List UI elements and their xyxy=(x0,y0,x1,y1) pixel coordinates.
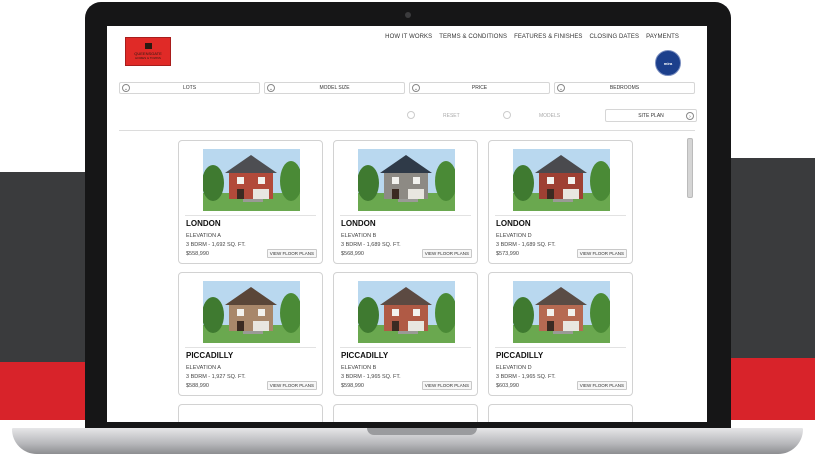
filter-bedrooms[interactable]: ⌄ BEDROOMS xyxy=(554,82,695,94)
house-illustration xyxy=(513,149,610,211)
scrollbar[interactable] xyxy=(687,138,693,198)
house-photo xyxy=(203,149,300,211)
filter-price[interactable]: ⌄ PRICE xyxy=(409,82,550,94)
view-floor-plans-button[interactable]: VIEW FLOOR PLANS xyxy=(576,249,627,258)
model-size: 3 BDRM - 1,689 SQ. FT. xyxy=(341,242,401,248)
site-plan-button[interactable]: SITE PLAN › xyxy=(605,109,697,122)
model-price: $573,990 xyxy=(496,251,519,257)
model-card-partial xyxy=(488,404,633,422)
model-name: PICCADILLY xyxy=(186,351,234,360)
house-illustration xyxy=(203,149,300,211)
badge-text: mira xyxy=(663,60,673,66)
laptop-notch xyxy=(367,428,477,435)
model-elevation: ELEVATION D xyxy=(496,365,532,371)
card-divider xyxy=(340,347,471,348)
model-size: 3 BDRM - 1,927 SQ. FT. xyxy=(186,374,246,380)
model-card[interactable]: PICCADILLY ELEVATION A 3 BDRM - 1,927 SQ… xyxy=(178,272,323,396)
house-photo xyxy=(513,149,610,211)
model-size: 3 BDRM - 1,692 SQ. FT. xyxy=(186,242,246,248)
card-divider xyxy=(340,215,471,216)
model-price: $588,990 xyxy=(186,383,209,389)
logo-line2: HOMES & TOWNS xyxy=(135,56,161,60)
laptop-lid: QUEENSGATE HOMES & TOWNS HOW IT WORKS TE… xyxy=(85,2,731,434)
models-button[interactable]: MODELS xyxy=(539,113,560,119)
top-nav: HOW IT WORKS TERMS & CONDITIONS FEATURES… xyxy=(385,34,679,40)
card-divider xyxy=(495,215,626,216)
view-floor-plans-button[interactable]: VIEW FLOOR PLANS xyxy=(421,249,472,258)
nav-terms-conditions[interactable]: TERMS & CONDITIONS xyxy=(439,34,507,40)
chevron-down-icon: ⌄ xyxy=(122,84,130,92)
view-floor-plans-button[interactable]: VIEW FLOOR PLANS xyxy=(576,381,627,390)
chevron-down-icon: ⌄ xyxy=(412,84,420,92)
brand-logo[interactable]: QUEENSGATE HOMES & TOWNS xyxy=(125,37,171,66)
filter-label: PRICE xyxy=(471,85,488,91)
reset-radio[interactable] xyxy=(407,111,415,119)
model-name: LONDON xyxy=(496,219,531,228)
nav-features-finishes[interactable]: FEATURES & FINISHES xyxy=(514,34,582,40)
camera-icon xyxy=(405,12,411,18)
model-size: 3 BDRM - 1,965 SQ. FT. xyxy=(496,374,556,380)
model-elevation: ELEVATION B xyxy=(341,365,377,371)
house-illustration xyxy=(513,281,610,343)
model-card[interactable]: LONDON ELEVATION D 3 BDRM - 1,689 SQ. FT… xyxy=(488,140,633,264)
site-plan-label: SITE PLAN xyxy=(638,112,664,119)
model-elevation: ELEVATION D xyxy=(496,233,532,239)
view-floor-plans-button[interactable]: VIEW FLOOR PLANS xyxy=(421,381,472,390)
laptop-screen: QUEENSGATE HOMES & TOWNS HOW IT WORKS TE… xyxy=(107,26,707,422)
house-photo xyxy=(358,149,455,211)
laptop-base xyxy=(12,428,803,454)
partner-badge: mira xyxy=(655,50,681,76)
nav-payments[interactable]: PAYMENTS xyxy=(646,34,679,40)
filter-label: LOTS xyxy=(182,85,197,91)
model-price: $568,990 xyxy=(341,251,364,257)
model-price: $558,990 xyxy=(186,251,209,257)
view-floor-plans-button[interactable]: VIEW FLOOR PLANS xyxy=(266,249,317,258)
card-divider xyxy=(185,347,316,348)
filter-bar: ⌄ LOTS ⌄ MODEL SIZE ⌄ PRICE ⌄ BEDROOMS xyxy=(119,82,695,94)
filter-lots[interactable]: ⌄ LOTS xyxy=(119,82,260,94)
chevron-down-icon: ⌄ xyxy=(267,84,275,92)
model-name: LONDON xyxy=(341,219,376,228)
house-illustration xyxy=(358,281,455,343)
model-price: $598,990 xyxy=(341,383,364,389)
model-card[interactable]: LONDON ELEVATION B 3 BDRM - 1,689 SQ. FT… xyxy=(333,140,478,264)
model-elevation: ELEVATION A xyxy=(186,365,221,371)
model-elevation: ELEVATION A xyxy=(186,233,221,239)
model-size: 3 BDRM - 1,965 SQ. FT. xyxy=(341,374,401,380)
filter-label: MODEL SIZE xyxy=(319,85,350,91)
logo-mark-icon xyxy=(144,43,152,49)
filter-label: BEDROOMS xyxy=(609,85,640,91)
filter-model-size[interactable]: ⌄ MODEL SIZE xyxy=(264,82,405,94)
model-size: 3 BDRM - 1,689 SQ. FT. xyxy=(496,242,556,248)
model-name: PICCADILLY xyxy=(341,351,389,360)
action-row: RESET MODELS SITE PLAN › xyxy=(407,109,697,123)
house-illustration xyxy=(203,281,300,343)
model-grid: LONDON ELEVATION A 3 BDRM - 1,692 SQ. FT… xyxy=(178,140,640,422)
model-card-partial xyxy=(333,404,478,422)
nav-how-it-works[interactable]: HOW IT WORKS xyxy=(385,34,432,40)
model-name: PICCADILLY xyxy=(496,351,544,360)
nav-closing-dates[interactable]: CLOSING DATES xyxy=(590,34,640,40)
reset-button[interactable]: RESET xyxy=(443,113,460,119)
models-radio[interactable] xyxy=(503,111,511,119)
model-elevation: ELEVATION B xyxy=(341,233,377,239)
chevron-right-icon: › xyxy=(686,112,694,120)
chevron-down-icon: ⌄ xyxy=(557,84,565,92)
view-floor-plans-button[interactable]: VIEW FLOOR PLANS xyxy=(266,381,317,390)
model-card[interactable]: PICCADILLY ELEVATION D 3 BDRM - 1,965 SQ… xyxy=(488,272,633,396)
model-card[interactable]: LONDON ELEVATION A 3 BDRM - 1,692 SQ. FT… xyxy=(178,140,323,264)
model-price: $603,990 xyxy=(496,383,519,389)
house-illustration xyxy=(358,149,455,211)
model-card-partial xyxy=(178,404,323,422)
divider xyxy=(119,130,695,131)
model-name: LONDON xyxy=(186,219,221,228)
house-photo xyxy=(358,281,455,343)
card-divider xyxy=(495,347,626,348)
model-card[interactable]: PICCADILLY ELEVATION B 3 BDRM - 1,965 SQ… xyxy=(333,272,478,396)
card-divider xyxy=(185,215,316,216)
house-photo xyxy=(513,281,610,343)
house-photo xyxy=(203,281,300,343)
